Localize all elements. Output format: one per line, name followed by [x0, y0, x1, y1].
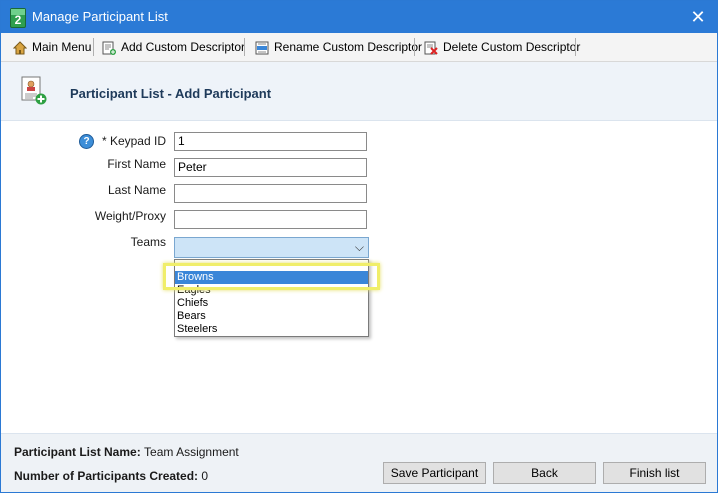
first-name-input[interactable]	[174, 158, 367, 177]
rename-descriptor-label: Rename Custom Descriptor	[274, 40, 423, 54]
manage-participant-window: 2 Manage Participant List ✕ Main Menu Ad…	[0, 0, 718, 493]
add-document-icon	[102, 40, 116, 55]
back-button[interactable]: Back	[493, 462, 596, 484]
window-title: Manage Participant List	[32, 9, 168, 24]
delete-document-icon	[424, 40, 438, 55]
save-participant-button[interactable]: Save Participant	[383, 462, 486, 484]
app-logo-icon: 2	[10, 8, 26, 28]
close-icon[interactable]: ✕	[685, 5, 711, 29]
team-option-steelers[interactable]: Steelers	[175, 323, 368, 336]
add-descriptor-button[interactable]: Add Custom Descriptor	[102, 36, 245, 58]
keypad-id-label: * Keypad ID	[101, 134, 166, 148]
weight-proxy-input[interactable]	[174, 210, 367, 229]
weight-proxy-label: Weight/Proxy	[94, 209, 166, 223]
home-icon	[12, 40, 28, 55]
main-menu-label: Main Menu	[32, 40, 92, 54]
chevron-down-icon: ⌵	[354, 240, 364, 254]
list-name-label: Participant List Name: Team Assignment	[14, 445, 239, 459]
page-title: Participant List - Add Participant	[70, 86, 272, 101]
teams-select[interactable]: ⌵	[174, 237, 369, 258]
first-name-label: First Name	[107, 157, 166, 171]
page-header: Participant List - Add Participant	[1, 62, 717, 121]
rename-descriptor-button[interactable]: Rename Custom Descriptor	[255, 36, 422, 58]
add-descriptor-label: Add Custom Descriptor	[121, 40, 246, 54]
delete-descriptor-button[interactable]: Delete Custom Descriptor	[424, 36, 580, 58]
main-menu-button[interactable]: Main Menu	[12, 36, 92, 58]
participant-count-value: 0	[201, 469, 209, 483]
team-option-bears[interactable]: Bears	[175, 310, 368, 323]
rename-document-icon	[255, 40, 269, 55]
teams-label: Teams	[130, 235, 166, 249]
toolbar: Main Menu Add Custom Descriptor Rename C…	[1, 33, 717, 62]
list-name-value: Team Assignment	[144, 445, 239, 459]
participant-count-label: Number of Participants Created: 0	[14, 469, 209, 483]
finish-list-button[interactable]: Finish list	[603, 462, 706, 484]
add-participant-icon	[21, 76, 47, 106]
team-option-chiefs[interactable]: Chiefs	[175, 297, 368, 310]
title-bar: 2 Manage Participant List ✕	[1, 1, 717, 33]
highlight-annotation	[163, 263, 380, 290]
keypad-id-input[interactable]	[174, 132, 367, 151]
last-name-input[interactable]	[174, 184, 367, 203]
delete-descriptor-label: Delete Custom Descriptor	[443, 40, 581, 54]
footer: Participant List Name: Team Assignment N…	[1, 433, 717, 492]
last-name-label: Last Name	[107, 183, 166, 197]
